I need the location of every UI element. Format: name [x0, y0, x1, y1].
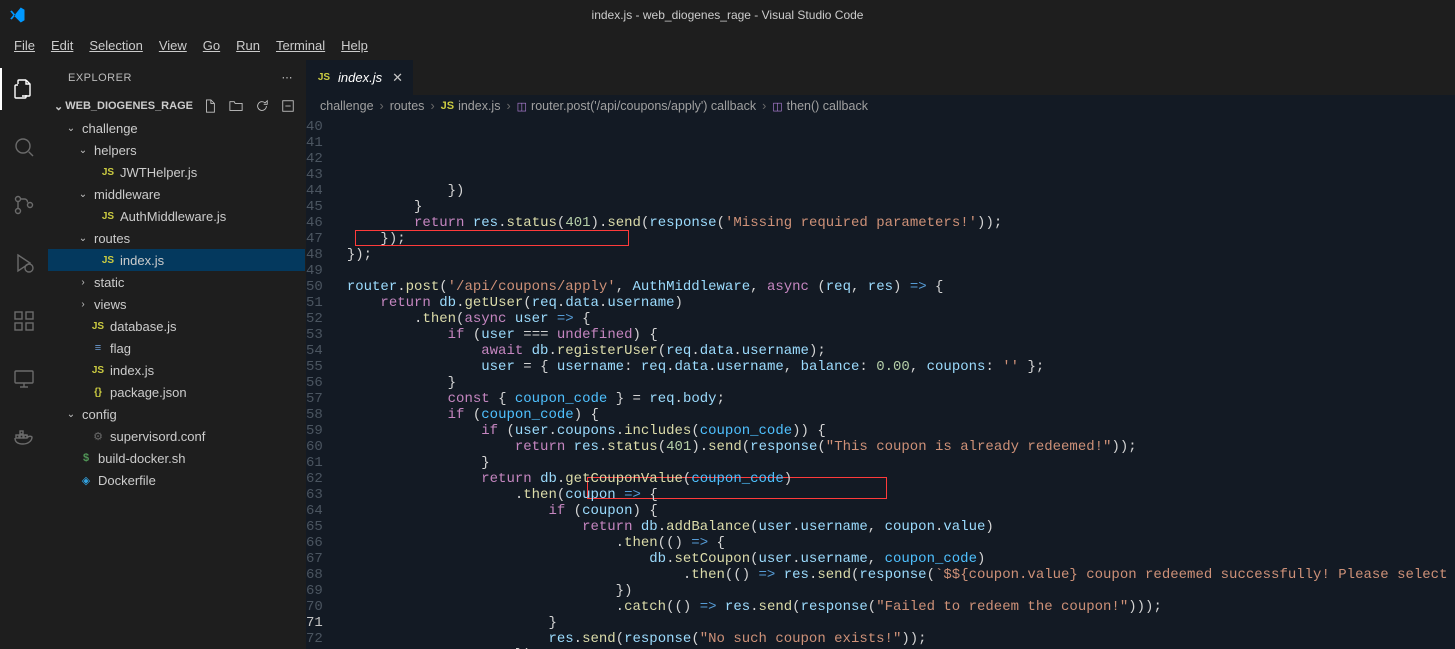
- menu-edit[interactable]: Edit: [43, 34, 81, 57]
- folder-config[interactable]: ⌄config: [48, 403, 305, 425]
- docker-file-icon: ◈: [78, 474, 94, 487]
- collapse-icon[interactable]: [281, 99, 295, 113]
- folder-section-header[interactable]: ⌄ WEB_DIOGENES_RAGE: [48, 95, 305, 117]
- menu-view[interactable]: View: [151, 34, 195, 57]
- chevron-down-icon: ⌄: [64, 123, 78, 134]
- folder-helpers[interactable]: ⌄helpers: [48, 139, 305, 161]
- method-icon: ◫: [517, 100, 527, 113]
- js-file-icon: JS: [100, 255, 116, 266]
- source-control-icon[interactable]: [0, 184, 48, 226]
- file-icon: ≡: [90, 342, 106, 354]
- file-authmiddleware[interactable]: JSAuthMiddleware.js: [48, 205, 305, 227]
- editor-tabs: JS index.js ✕: [306, 60, 1455, 95]
- gear-icon: ⚙: [90, 430, 106, 443]
- sidebar-more-icon[interactable]: ⋯: [282, 71, 294, 84]
- breadcrumb[interactable]: challenge › routes › JS index.js › ◫ rou…: [306, 95, 1455, 117]
- menu-file[interactable]: File: [6, 34, 43, 57]
- chevron-right-icon: ›: [378, 99, 386, 113]
- chevron-down-icon: ⌄: [64, 409, 78, 420]
- run-debug-icon[interactable]: [0, 242, 48, 284]
- method-icon: ◫: [772, 100, 782, 113]
- extensions-icon[interactable]: [0, 300, 48, 342]
- js-file-icon: JS: [316, 72, 332, 83]
- chevron-right-icon: ›: [76, 277, 90, 288]
- chevron-right-icon: ›: [428, 99, 436, 113]
- file-dockerfile[interactable]: ◈Dockerfile: [48, 469, 305, 491]
- chevron-down-icon: ⌄: [76, 145, 90, 156]
- sidebar: EXPLORER ⋯ ⌄ WEB_DIOGENES_RAGE ⌄challeng…: [48, 60, 306, 649]
- breadcrumb-file[interactable]: index.js: [458, 99, 500, 113]
- sidebar-header: EXPLORER ⋯: [48, 60, 305, 95]
- file-build-docker[interactable]: $build-docker.sh: [48, 447, 305, 469]
- js-file-icon: JS: [90, 321, 106, 332]
- js-file-icon: JS: [90, 365, 106, 376]
- code-content[interactable]: }) } return res.status(401).send(respons…: [339, 117, 1455, 649]
- new-file-icon[interactable]: [203, 99, 217, 113]
- file-index-routes[interactable]: JSindex.js: [48, 249, 305, 271]
- js-file-icon: JS: [441, 100, 454, 112]
- close-icon[interactable]: ✕: [392, 70, 403, 86]
- chevron-down-icon: ⌄: [54, 100, 63, 113]
- folder-challenge[interactable]: ⌄challenge: [48, 117, 305, 139]
- chevron-right-icon: ›: [76, 299, 90, 310]
- folder-middleware[interactable]: ⌄middleware: [48, 183, 305, 205]
- file-package-json[interactable]: {}package.json: [48, 381, 305, 403]
- js-file-icon: JS: [100, 211, 116, 222]
- line-number-gutter: 4041424344454647484950515253545556575859…: [306, 117, 339, 649]
- docker-icon[interactable]: [0, 416, 48, 458]
- breadcrumb-symbol[interactable]: then() callback: [787, 99, 868, 113]
- editor-group: JS index.js ✕ challenge › routes › JS in…: [306, 60, 1455, 649]
- sidebar-title: EXPLORER: [68, 72, 132, 84]
- new-folder-icon[interactable]: [229, 99, 243, 113]
- menu-bar: File Edit Selection View Go Run Terminal…: [0, 30, 1455, 60]
- shell-file-icon: $: [78, 452, 94, 464]
- explorer-icon[interactable]: [0, 68, 48, 110]
- vscode-icon: [8, 6, 26, 24]
- menu-terminal[interactable]: Terminal: [268, 34, 333, 57]
- remote-explorer-icon[interactable]: [0, 358, 48, 400]
- menu-go[interactable]: Go: [195, 34, 228, 57]
- folder-views[interactable]: ›views: [48, 293, 305, 315]
- menu-selection[interactable]: Selection: [81, 34, 150, 57]
- tab-indexjs[interactable]: JS index.js ✕: [306, 60, 414, 95]
- file-database[interactable]: JSdatabase.js: [48, 315, 305, 337]
- code-editor[interactable]: 4041424344454647484950515253545556575859…: [306, 117, 1455, 649]
- folder-routes[interactable]: ⌄routes: [48, 227, 305, 249]
- breadcrumb-folder[interactable]: challenge: [320, 99, 374, 113]
- chevron-down-icon: ⌄: [76, 233, 90, 244]
- file-tree: ⌄challenge ⌄helpers JSJWTHelper.js ⌄midd…: [48, 117, 305, 491]
- chevron-right-icon: ›: [760, 99, 768, 113]
- refresh-icon[interactable]: [255, 99, 269, 113]
- window-title: index.js - web_diogenes_rage - Visual St…: [592, 8, 864, 22]
- tab-label: index.js: [338, 70, 382, 85]
- folder-name: WEB_DIOGENES_RAGE: [65, 100, 193, 112]
- title-bar: index.js - web_diogenes_rage - Visual St…: [0, 0, 1455, 30]
- file-flag[interactable]: ≡flag: [48, 337, 305, 359]
- search-icon[interactable]: [0, 126, 48, 168]
- file-index-root[interactable]: JSindex.js: [48, 359, 305, 381]
- breadcrumb-symbol[interactable]: router.post('/api/coupons/apply') callba…: [531, 99, 756, 113]
- activity-bar: [0, 60, 48, 649]
- file-jwthelper[interactable]: JSJWTHelper.js: [48, 161, 305, 183]
- chevron-down-icon: ⌄: [76, 189, 90, 200]
- menu-help[interactable]: Help: [333, 34, 376, 57]
- js-file-icon: JS: [100, 167, 116, 178]
- file-supervisord[interactable]: ⚙supervisord.conf: [48, 425, 305, 447]
- folder-static[interactable]: ›static: [48, 271, 305, 293]
- menu-run[interactable]: Run: [228, 34, 268, 57]
- chevron-right-icon: ›: [504, 99, 512, 113]
- breadcrumb-folder[interactable]: routes: [390, 99, 425, 113]
- json-file-icon: {}: [90, 387, 106, 398]
